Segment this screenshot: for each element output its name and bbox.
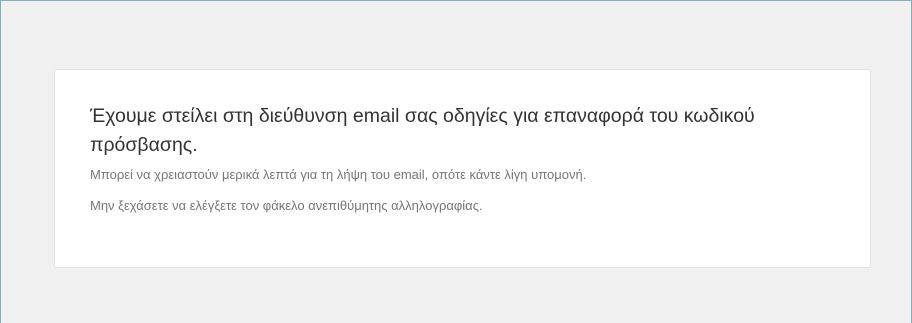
- page-background: Έχουμε στείλει στη διεύθυνση email σας ο…: [0, 0, 912, 323]
- wait-note: Μπορεί να χρειαστούν μερικά λεπτά για τη…: [90, 167, 587, 182]
- spam-folder-note: Μην ξεχάσετε να ελέγξετε τον φάκελο ανεπ…: [90, 198, 483, 213]
- confirmation-message: Έχουμε στείλει στη διεύθυνση email σας ο…: [90, 105, 755, 156]
- confirmation-card: Έχουμε στείλει στη διεύθυνση email σας ο…: [54, 69, 871, 268]
